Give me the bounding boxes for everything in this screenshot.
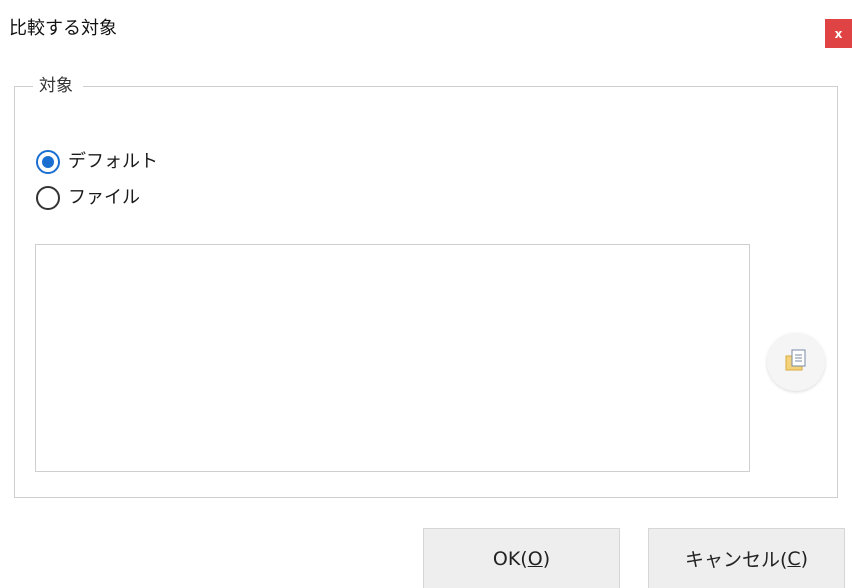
target-group: 対象 デフォルト ファイル	[14, 74, 838, 498]
cancel-button[interactable]: キャンセル(C)	[648, 528, 845, 588]
ok-button-suffix: )	[542, 547, 551, 570]
compare-target-dialog: 比較する対象 x 対象 デフォルト ファイル OK(O) キャンセル(C …	[0, 0, 852, 588]
radio-file-indicator[interactable]	[36, 186, 60, 210]
radio-file[interactable]: ファイル	[36, 186, 140, 210]
radio-default-indicator[interactable]	[36, 150, 60, 174]
radio-selected-dot	[42, 156, 54, 168]
radio-default-label[interactable]: デフォルト	[68, 150, 158, 174]
cancel-button-text: キャンセル(	[684, 549, 788, 571]
ok-mnemonic: O	[527, 547, 543, 570]
close-button[interactable]: x	[825, 19, 852, 48]
cancel-button-suffix: )	[800, 547, 809, 570]
cancel-mnemonic: C	[787, 547, 801, 570]
group-label: 対象	[33, 74, 83, 98]
ok-button[interactable]: OK(O)	[423, 528, 620, 588]
radio-file-label[interactable]: ファイル	[68, 186, 140, 210]
ok-button-text: OK(	[492, 547, 528, 570]
radio-default[interactable]: デフォルト	[36, 150, 158, 174]
browse-file-button[interactable]	[767, 333, 825, 391]
close-icon: x	[834, 26, 843, 41]
dialog-title: 比較する対象	[9, 18, 117, 39]
file-path-textarea[interactable]	[35, 244, 750, 472]
document-browse-icon	[783, 347, 809, 377]
